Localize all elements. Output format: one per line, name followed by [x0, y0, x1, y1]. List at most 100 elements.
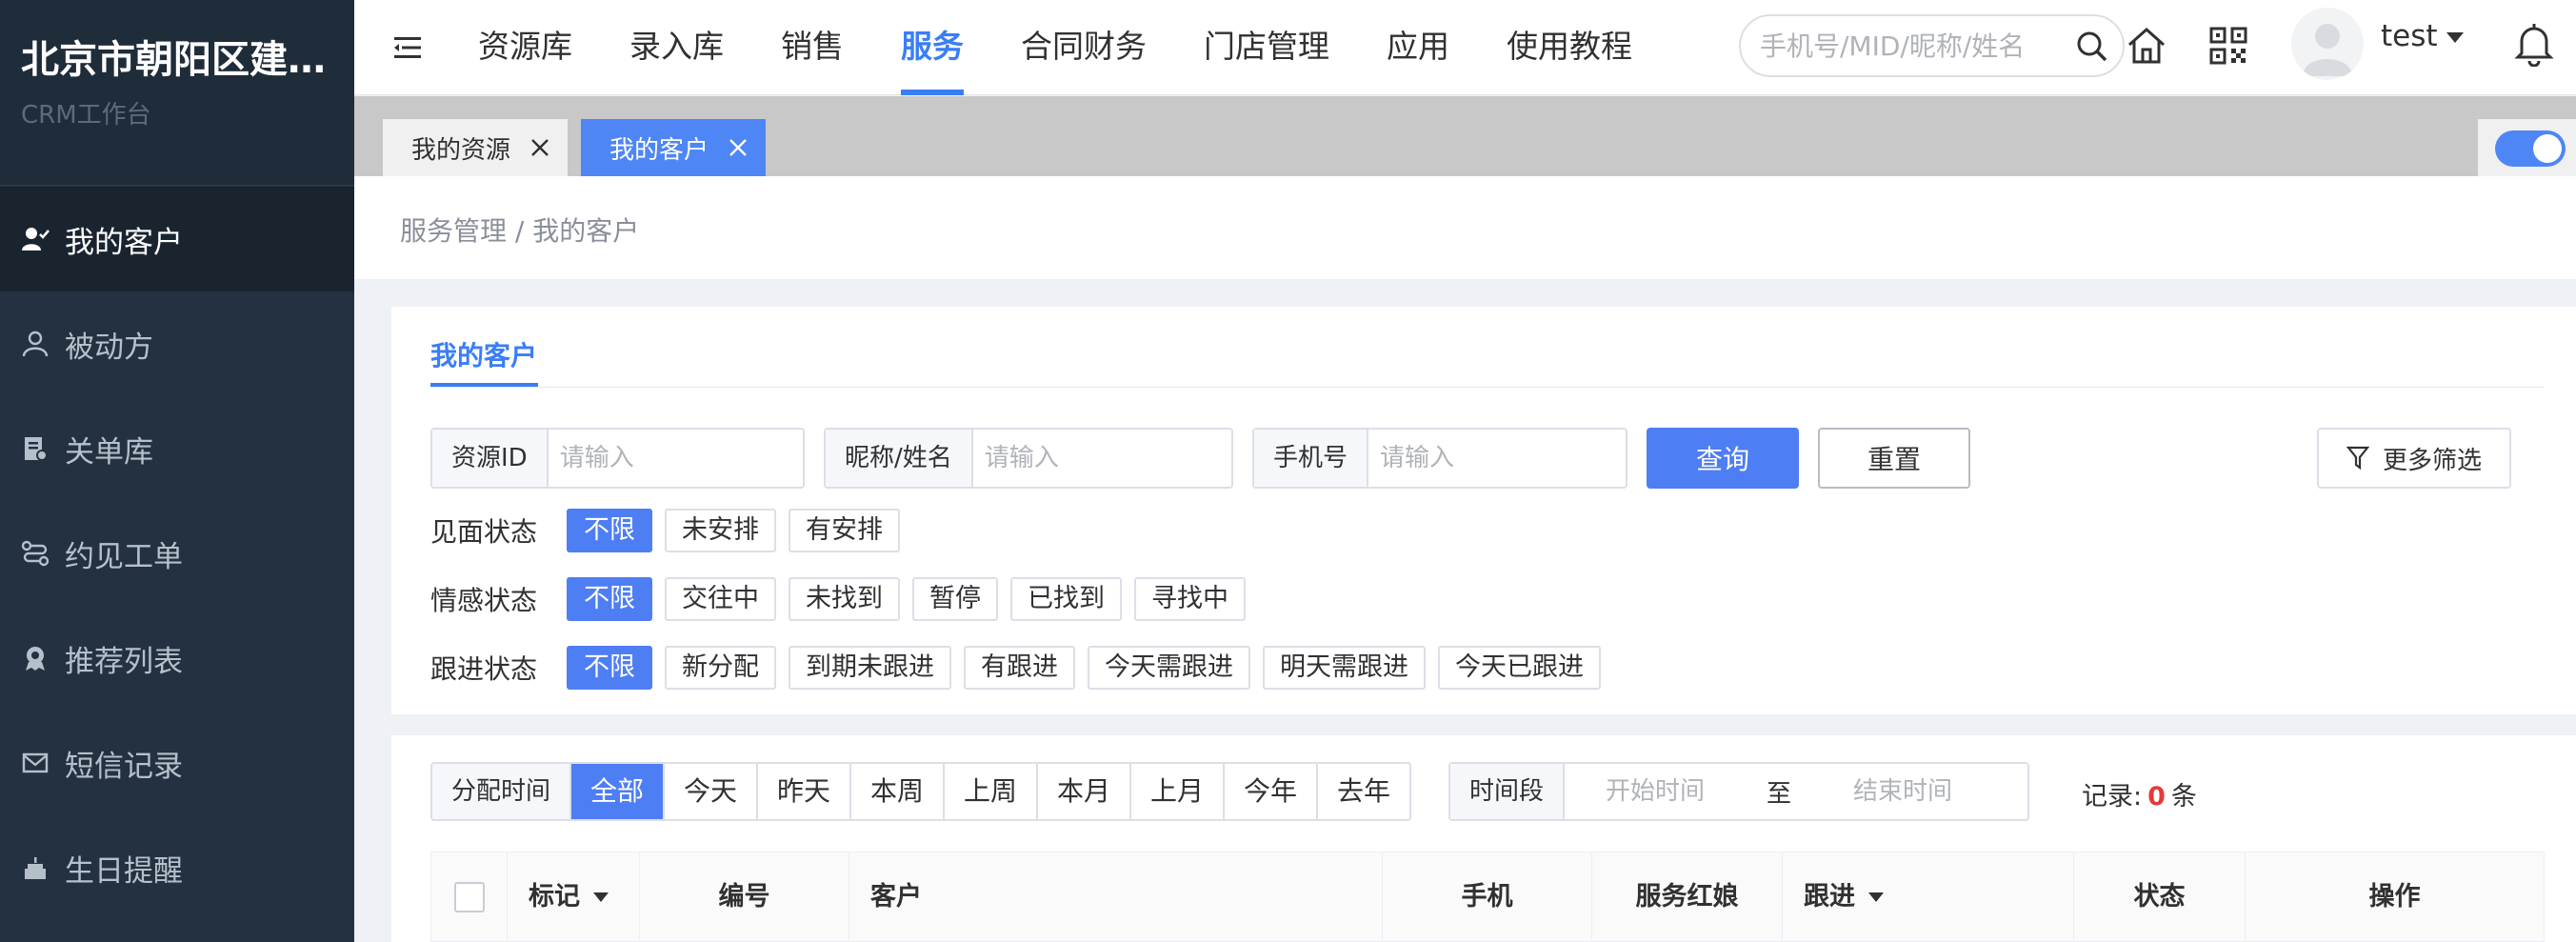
chip-followup-overdue[interactable]: 到期未跟进	[789, 646, 951, 690]
search-icon[interactable]	[2075, 30, 2109, 64]
caret-down-icon	[1868, 892, 1884, 902]
range-separator: 至	[1767, 779, 1792, 809]
sidebar-item-my-customers[interactable]: 我的客户	[0, 187, 354, 291]
sidebar-item-appointments[interactable]: 约见工单	[0, 501, 354, 606]
card-title-underline	[430, 383, 538, 387]
chip-emotion-any[interactable]: 不限	[567, 577, 652, 621]
more-filters-button[interactable]: 更多筛选	[2317, 428, 2511, 489]
table-card: 分配时间 全部 今天 昨天 本周 上周 本月 上月 今年 去年 时间段 至 记录…	[391, 735, 2576, 942]
brand-subtitle: CRM工作台	[21, 101, 151, 130]
global-search	[1739, 14, 2125, 77]
tab-my-customers[interactable]: 我的客户	[581, 119, 767, 176]
breadcrumb-current: 我的客户	[532, 215, 640, 247]
sidebar-item-sms[interactable]: 短信记录	[0, 711, 354, 815]
chip-followup-today-due[interactable]: 今天需跟进	[1088, 646, 1250, 690]
breadcrumb-separator: /	[507, 215, 533, 247]
time-this-week[interactable]: 本周	[851, 764, 946, 819]
col-mark[interactable]: 标记	[508, 852, 640, 941]
start-date-input[interactable]	[1565, 765, 1747, 818]
tab-my-resources[interactable]: 我的资源	[383, 119, 569, 176]
chip-followup-has[interactable]: 有跟进	[964, 646, 1075, 690]
sidebar-item-label: 推荐列表	[65, 644, 183, 679]
chip-meeting-any[interactable]: 不限	[567, 509, 652, 552]
time-this-month[interactable]: 本月	[1038, 764, 1132, 819]
card-title[interactable]: 我的客户	[430, 335, 537, 373]
qrcode-icon[interactable]	[2209, 27, 2247, 65]
date-range: 时间段 至	[1448, 762, 2029, 821]
time-this-year[interactable]: 今年	[1225, 764, 1319, 819]
bell-icon[interactable]	[2512, 21, 2556, 67]
field-label: 资源ID	[432, 430, 549, 487]
caret-down-icon[interactable]	[2446, 32, 2464, 44]
user-name[interactable]: test	[2381, 19, 2438, 53]
chip-emotion-not-found[interactable]: 未找到	[789, 577, 900, 621]
top-nav-entry-pool[interactable]: 录入库	[601, 0, 752, 95]
top-nav-service[interactable]: 服务	[872, 0, 992, 95]
select-all-checkbox[interactable]	[453, 881, 485, 912]
menu-collapse-icon[interactable]	[390, 30, 425, 65]
records-prefix: 记录:	[2082, 782, 2143, 812]
resource-id-field: 资源ID	[430, 428, 805, 489]
chip-meeting-unscheduled[interactable]: 未安排	[665, 509, 776, 552]
assign-time-segment: 分配时间 全部 今天 昨天 本周 上周 本月 上月 今年 去年	[430, 762, 1412, 821]
breadcrumb-parent[interactable]: 服务管理	[400, 215, 507, 247]
sidebar-item-closed-orders[interactable]: 关单库	[0, 396, 354, 501]
nickname-input[interactable]	[972, 430, 1221, 487]
time-last-week[interactable]: 上周	[945, 764, 1039, 819]
badge-icon	[21, 644, 50, 672]
top-nav-resource-pool[interactable]: 资源库	[449, 0, 601, 95]
top-nav-contract-finance[interactable]: 合同财务	[992, 0, 1175, 95]
view-toggle[interactable]	[2495, 130, 2566, 167]
time-last-year[interactable]: 去年	[1318, 764, 1409, 819]
reset-button[interactable]: 重置	[1818, 428, 1970, 489]
records-count: 0	[2147, 782, 2166, 812]
close-icon[interactable]	[728, 137, 749, 158]
filter-card: 我的客户 资源ID 昵称/姓名 手机号 查询 重置 更多筛选 见面状态 不限 未…	[391, 307, 2576, 714]
sidebar: 北京市朝阳区建设路店 CRM工作台 我的客户 被动方 关单库 约见工单 推荐列表	[0, 0, 354, 942]
chip-followup-today-done[interactable]: 今天已跟进	[1438, 646, 1601, 690]
row-label: 跟进状态	[430, 653, 538, 685]
sidebar-item-birthday[interactable]: 生日提醒	[0, 815, 354, 920]
close-icon[interactable]	[529, 137, 550, 158]
top-nav-apps[interactable]: 应用	[1358, 0, 1478, 95]
home-icon[interactable]	[2126, 25, 2167, 67]
route-icon	[21, 539, 50, 568]
chip-emotion-searching[interactable]: 寻找中	[1134, 577, 1246, 621]
field-label: 手机号	[1254, 430, 1369, 487]
records-suffix: 条	[2170, 782, 2197, 812]
chip-emotion-found[interactable]: 已找到	[1010, 577, 1122, 621]
col-status: 状态	[2074, 852, 2246, 941]
chip-meeting-scheduled[interactable]: 有安排	[789, 509, 900, 552]
time-last-month[interactable]: 上月	[1131, 764, 1226, 819]
chip-emotion-dating[interactable]: 交往中	[665, 577, 776, 621]
field-label: 昵称/姓名	[826, 430, 973, 487]
avatar[interactable]	[2291, 8, 2364, 80]
col-followup[interactable]: 跟进	[1783, 852, 2074, 941]
time-all[interactable]: 全部	[571, 764, 666, 819]
chip-followup-tomorrow-due[interactable]: 明天需跟进	[1263, 646, 1426, 690]
time-yesterday[interactable]: 昨天	[758, 764, 852, 819]
sidebar-item-recommend[interactable]: 推荐列表	[0, 606, 354, 711]
end-date-input[interactable]	[1812, 765, 1994, 818]
top-nav-store-management[interactable]: 门店管理	[1175, 0, 1358, 95]
row-label: 情感状态	[430, 585, 538, 616]
time-today[interactable]: 今天	[665, 764, 759, 819]
top-nav-tutorial[interactable]: 使用教程	[1478, 0, 1661, 95]
mail-icon	[21, 749, 50, 777]
col-id: 编号	[640, 852, 849, 941]
chip-followup-new[interactable]: 新分配	[665, 646, 776, 690]
query-button[interactable]: 查询	[1647, 428, 1799, 489]
chip-followup-any[interactable]: 不限	[567, 646, 652, 690]
phone-input[interactable]	[1368, 430, 1608, 487]
top-nav-sales[interactable]: 销售	[752, 0, 872, 95]
top-bar: 资源库 录入库 销售 服务 合同财务 门店管理 应用 使用教程 手机号/MID/…	[354, 0, 2576, 95]
user-icon	[21, 225, 50, 253]
tabs-strip: 我的资源 我的客户	[354, 96, 2576, 176]
breadcrumb-bar: 服务管理 / 我的客户	[354, 176, 2576, 279]
chip-emotion-paused[interactable]: 暂停	[912, 577, 998, 621]
sidebar-item-label: 生日提醒	[65, 853, 183, 889]
resource-id-input[interactable]	[548, 430, 787, 487]
sidebar-item-passive[interactable]: 被动方	[0, 291, 354, 396]
sidebar-item-label: 我的客户	[65, 225, 183, 260]
global-search-input[interactable]	[1760, 24, 2065, 68]
